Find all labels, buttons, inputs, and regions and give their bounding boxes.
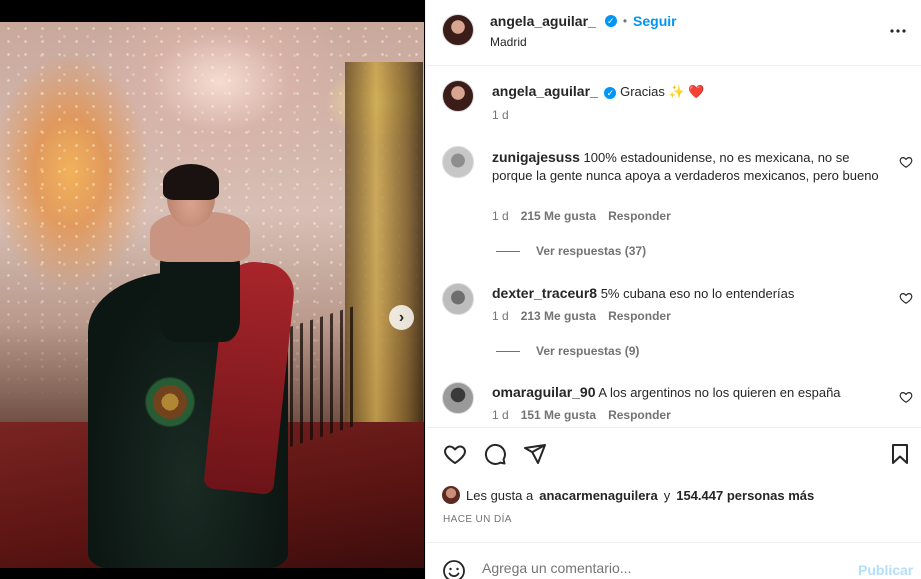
- next-image-button[interactable]: ›: [389, 305, 414, 330]
- post-header: angela_aguilar_ ✓ • Seguir Madrid: [426, 0, 921, 66]
- comment-meta: 1 d 215 Me gusta Responder: [492, 209, 671, 223]
- reply-button[interactable]: Responder: [608, 408, 671, 422]
- caption-line: angela_aguilar_ ✓ Gracias ✨ ❤️: [492, 82, 882, 101]
- comment-body: zunigajesuss 100% estadounidense, no es …: [492, 148, 882, 185]
- comment-meta: 1 d 151 Me gusta Responder: [492, 408, 671, 422]
- post-actions: [426, 427, 921, 481]
- follow-button[interactable]: Seguir: [633, 13, 677, 29]
- avatar[interactable]: [442, 14, 474, 46]
- more-horizontal-icon[interactable]: [889, 22, 907, 40]
- comment-likes[interactable]: 151 Me gusta: [521, 408, 596, 422]
- post-timestamp[interactable]: HACE UN DÍA: [443, 514, 512, 525]
- comment-body: omaraguilar_90 A los argentinos no los q…: [492, 383, 882, 402]
- comment-meta: 1 d 213 Me gusta Responder: [492, 309, 671, 323]
- like-comment-heart-icon[interactable]: [899, 155, 913, 169]
- post-panel: angela_aguilar_ ✓ • Seguir Madrid angela…: [425, 0, 921, 579]
- hair: [163, 164, 219, 200]
- bookmark-icon[interactable]: [888, 442, 912, 466]
- comment-input[interactable]: [482, 560, 822, 576]
- verified-badge-icon: ✓: [604, 86, 617, 99]
- share-icon[interactable]: [523, 442, 547, 466]
- header-username[interactable]: angela_aguilar_: [490, 13, 596, 29]
- emoji-icon[interactable]: [442, 559, 466, 579]
- location-link[interactable]: Madrid: [490, 35, 527, 49]
- comment-text: 5% cubana eso no lo entenderías: [600, 286, 795, 301]
- comment-text: A los argentinos no los quieren en españ…: [598, 385, 841, 400]
- comment-time[interactable]: 1 d: [492, 309, 509, 323]
- publish-button[interactable]: Publicar: [858, 562, 913, 578]
- header-separator: •: [622, 14, 628, 28]
- comment-username[interactable]: omaraguilar_90: [492, 384, 596, 400]
- view-replies-button[interactable]: Ver respuestas (37): [496, 244, 646, 258]
- caption-text: Gracias ✨ ❤️: [620, 84, 705, 99]
- caption-avatar[interactable]: [442, 80, 474, 112]
- comment-time[interactable]: 1 d: [492, 209, 509, 223]
- replies-divider: [496, 250, 520, 252]
- comment-body: dexter_traceur8 5% cubana eso no lo ente…: [492, 284, 882, 303]
- reply-button[interactable]: Responder: [608, 209, 671, 223]
- reply-button[interactable]: Responder: [608, 309, 671, 323]
- verified-badge-icon: ✓: [604, 15, 617, 27]
- post-media[interactable]: ›: [0, 22, 424, 568]
- likes-count[interactable]: 154.447 personas más: [676, 488, 814, 503]
- commenter-avatar[interactable]: [442, 382, 474, 414]
- commenter-avatar[interactable]: [442, 146, 474, 178]
- caption-time[interactable]: 1 d: [492, 108, 509, 122]
- liker-avatar[interactable]: [442, 486, 460, 504]
- dress-embroidery: [140, 372, 200, 432]
- comment-likes[interactable]: 213 Me gusta: [521, 309, 596, 323]
- view-replies-button[interactable]: Ver respuestas (9): [496, 344, 639, 358]
- view-replies-label: Ver respuestas (9): [536, 344, 640, 358]
- comment-icon[interactable]: [483, 442, 507, 466]
- add-comment-bar: Publicar: [426, 542, 921, 579]
- caption-username[interactable]: angela_aguilar_: [492, 83, 598, 99]
- likes-summary: Les gusta a anacarmenaguilera y 154.447 …: [442, 486, 814, 504]
- chevron-right-icon: ›: [398, 308, 405, 326]
- commenter-avatar[interactable]: [442, 283, 474, 315]
- comment-likes[interactable]: 215 Me gusta: [521, 209, 596, 223]
- replies-divider: [496, 350, 520, 352]
- comment-username[interactable]: zunigajesuss: [492, 149, 580, 165]
- like-heart-icon[interactable]: [443, 442, 467, 466]
- like-comment-heart-icon[interactable]: [899, 390, 913, 404]
- header-user-row: angela_aguilar_ ✓ • Seguir: [490, 13, 677, 29]
- likes-prefix: Les gusta a: [466, 487, 534, 503]
- caption-meta: 1 d: [492, 108, 509, 122]
- likes-middle: y: [663, 487, 671, 503]
- like-comment-heart-icon[interactable]: [899, 291, 913, 305]
- view-replies-label: Ver respuestas (37): [536, 244, 647, 258]
- comment-username[interactable]: dexter_traceur8: [492, 285, 597, 301]
- comment-time[interactable]: 1 d: [492, 408, 509, 422]
- liker-username[interactable]: anacarmenaguilera: [539, 488, 658, 503]
